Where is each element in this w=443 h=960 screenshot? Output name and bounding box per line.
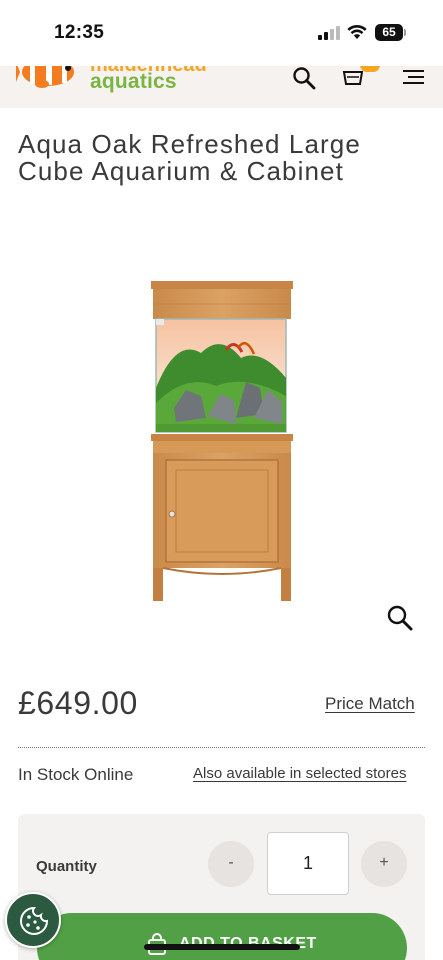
search-icon[interactable]: [292, 66, 316, 90]
menu-icon[interactable]: [403, 70, 424, 84]
zoom-icon[interactable]: [386, 604, 414, 632]
cookie-settings-button[interactable]: [5, 892, 61, 948]
stores-availability-link[interactable]: Also available in selected stores: [193, 765, 406, 782]
status-time: 12:35: [54, 22, 105, 43]
wifi-icon: [347, 24, 367, 39]
price-match-link[interactable]: Price Match: [325, 694, 415, 714]
add-to-basket-button[interactable]: ADD TO BASKET: [37, 913, 407, 960]
site-header: maidenhead aquatics: [0, 66, 443, 108]
divider: [18, 747, 425, 748]
product-price: £649.00: [18, 685, 138, 721]
quantity-label: Quantity: [36, 858, 97, 875]
logo-text[interactable]: aquatics: [90, 70, 177, 94]
home-indicator: [144, 944, 300, 950]
quantity-increment-button[interactable]: +: [361, 841, 407, 887]
battery-icon: 65: [375, 24, 406, 41]
signal-icon: [318, 26, 340, 40]
battery-level: 65: [375, 24, 403, 41]
aquarium-cabinet-image[interactable]: [146, 278, 296, 604]
cookie-icon: [20, 906, 49, 935]
quantity-decrement-button[interactable]: -: [208, 841, 254, 887]
status-bar: 12:35 65: [0, 0, 443, 66]
stock-status: In Stock Online: [18, 765, 134, 784]
clownfish-logo-icon[interactable]: [16, 66, 86, 92]
product-title: Aqua Oak Refreshed Large Cube Aquarium &…: [18, 129, 361, 186]
quantity-input[interactable]: 1: [267, 832, 349, 895]
basket-count-badge: [360, 66, 380, 72]
